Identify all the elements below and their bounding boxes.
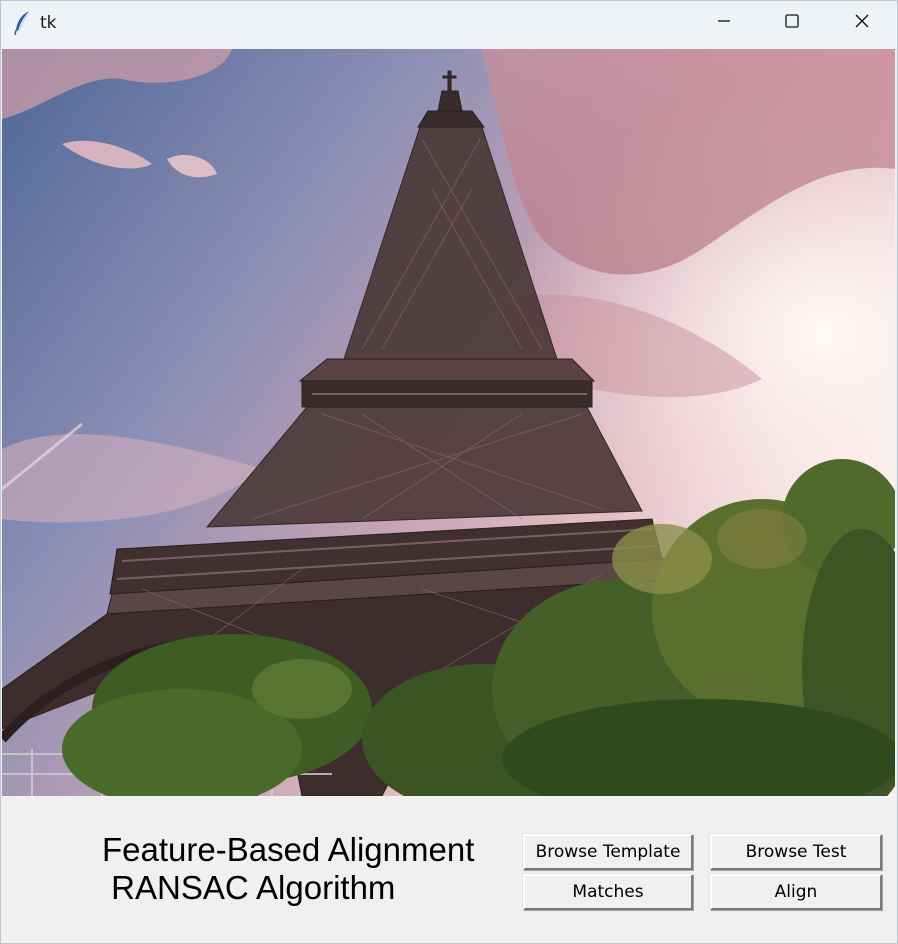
maximize-icon [784, 13, 800, 34]
window-title: tk [40, 13, 57, 33]
control-panel: Feature-Based Alignment RANSAC Algorithm… [1, 796, 897, 943]
title-bar[interactable]: tk [1, 1, 897, 47]
eiffel-tower-image [2, 49, 895, 796]
minimize-icon [716, 13, 732, 34]
close-button[interactable] [827, 1, 897, 45]
browse-test-button[interactable]: Browse Test [710, 834, 882, 870]
browse-template-button[interactable]: Browse Template [523, 834, 693, 870]
feather-icon [13, 10, 33, 36]
app-window: tk Feature-Based Alignment RANSAC Algori… [0, 0, 898, 944]
minimize-button[interactable] [689, 1, 759, 45]
matches-button[interactable]: Matches [523, 874, 693, 910]
image-display [2, 49, 895, 796]
maximize-button[interactable] [757, 1, 827, 45]
align-button[interactable]: Align [710, 874, 882, 910]
app-heading: Feature-Based Alignment RANSAC Algorithm [102, 831, 475, 906]
close-icon [854, 13, 870, 34]
